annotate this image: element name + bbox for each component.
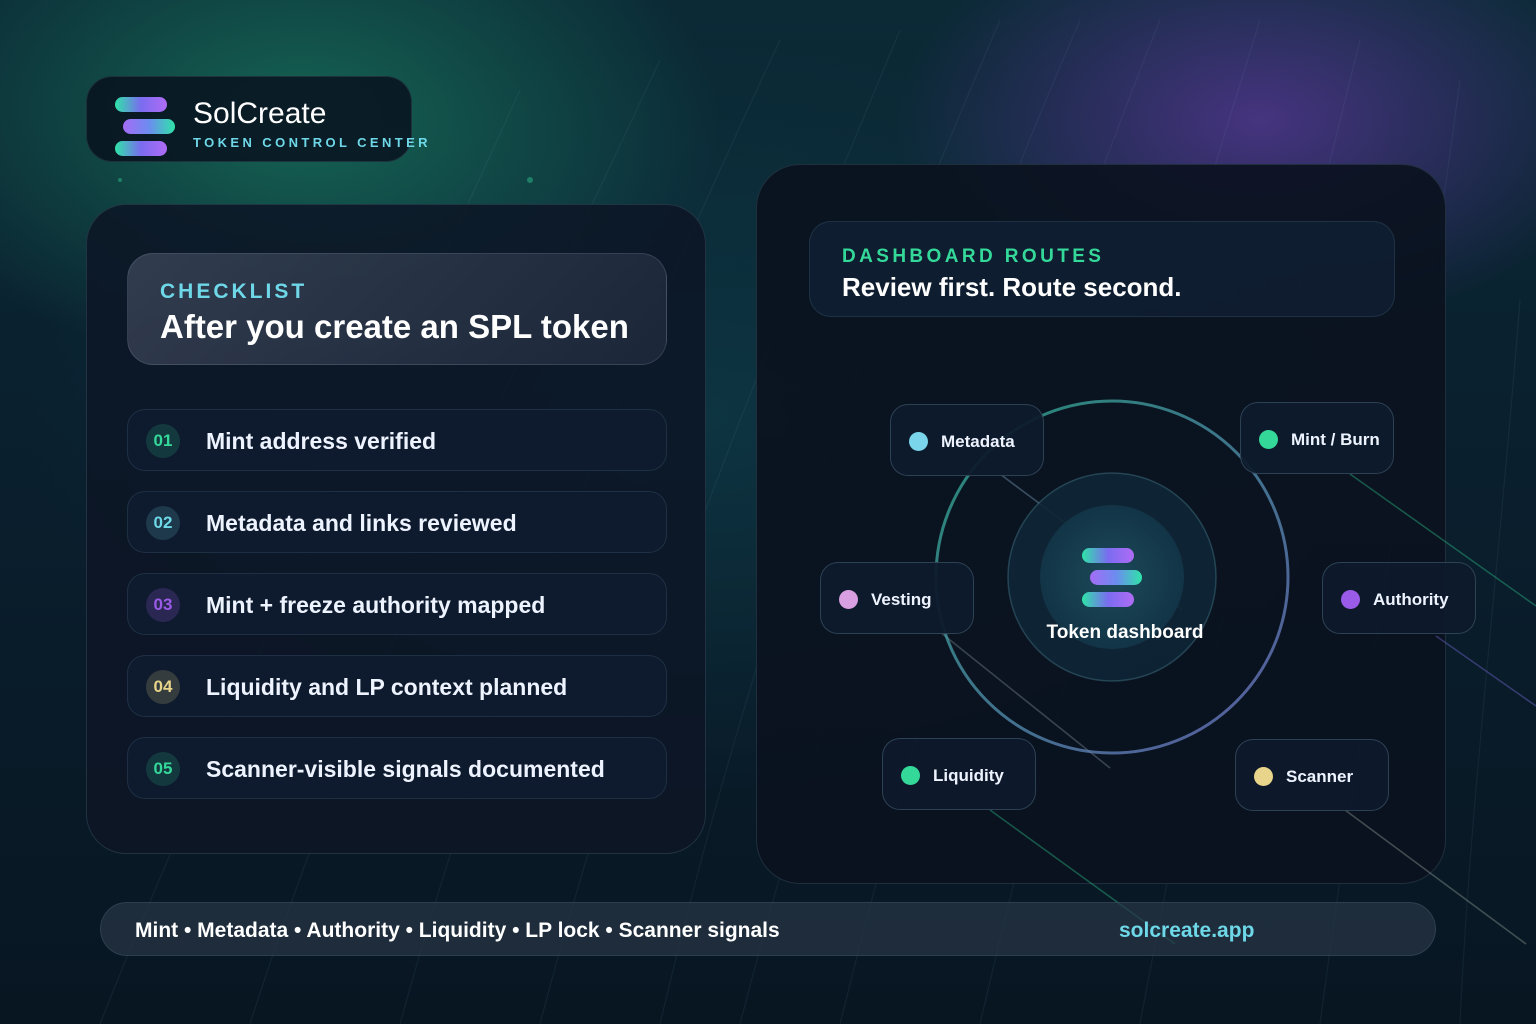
- routes-header: DASHBOARD ROUTES Review first. Route sec…: [809, 221, 1395, 317]
- item-label: Mint + freeze authority mapped: [206, 592, 546, 618]
- checklist-item[interactable]: 04 Liquidity and LP context planned: [127, 655, 667, 717]
- brand-badge: SolCreate TOKEN CONTROL CENTER: [86, 76, 428, 162]
- footer-bar: Mint • Metadata • Authority • Liquidity …: [100, 902, 1436, 956]
- checklist-item[interactable]: 03 Mint + freeze authority mapped: [127, 573, 667, 635]
- route-label: Metadata: [941, 432, 1015, 451]
- brand-subtitle: TOKEN CONTROL CENTER: [193, 135, 431, 150]
- item-label: Metadata and links reviewed: [206, 510, 517, 536]
- item-number: 03: [146, 588, 180, 622]
- dot-icon: [901, 766, 920, 785]
- item-number: 01: [146, 424, 180, 458]
- routes-kicker: DASHBOARD ROUTES: [842, 246, 1105, 267]
- route-scanner[interactable]: Scanner: [1235, 739, 1389, 811]
- item-number: 04: [146, 670, 180, 704]
- stacked-bars-hub-icon: [1082, 548, 1144, 608]
- route-authority[interactable]: Authority: [1322, 562, 1476, 634]
- route-label: Scanner: [1286, 767, 1354, 786]
- footer-tags: Mint • Metadata • Authority • Liquidity …: [135, 919, 780, 942]
- hub-label: Token dashboard: [1046, 622, 1204, 643]
- dot-icon: [839, 590, 858, 609]
- dot-icon: [909, 432, 928, 451]
- footer-url-link[interactable]: solcreate.app: [1119, 919, 1254, 943]
- item-label: Scanner-visible signals documented: [206, 756, 605, 782]
- checklist-header: CHECKLIST After you create an SPL token: [127, 253, 667, 365]
- stacked-bars-logo-icon: [115, 97, 175, 157]
- checklist-title: After you create an SPL token: [160, 308, 629, 345]
- item-number: 02: [146, 506, 180, 540]
- checklist-kicker: CHECKLIST: [160, 280, 308, 303]
- checklist-card: CHECKLIST After you create an SPL token …: [86, 204, 706, 854]
- route-label: Liquidity: [933, 766, 1004, 785]
- route-mint-burn[interactable]: Mint / Burn: [1240, 402, 1394, 474]
- brand-name: SolCreate: [193, 97, 327, 130]
- route-label: Vesting: [871, 590, 932, 609]
- checklist-item[interactable]: 02 Metadata and links reviewed: [127, 491, 667, 553]
- dot-icon: [1254, 767, 1273, 786]
- item-number: 05: [146, 752, 180, 786]
- routes-title: Review first. Route second.: [842, 272, 1182, 302]
- route-liquidity[interactable]: Liquidity: [882, 738, 1036, 810]
- route-vesting[interactable]: Vesting: [820, 562, 974, 634]
- dot-icon: [1341, 590, 1360, 609]
- checklist-item[interactable]: 05 Scanner-visible signals documented: [127, 737, 667, 799]
- item-label: Liquidity and LP context planned: [206, 674, 568, 700]
- checklist-item[interactable]: 01 Mint address verified: [127, 409, 667, 471]
- item-label: Mint address verified: [206, 428, 437, 454]
- dot-icon: [1259, 430, 1278, 449]
- route-label: Mint / Burn: [1291, 430, 1380, 449]
- route-metadata[interactable]: Metadata: [890, 404, 1044, 476]
- route-label: Authority: [1373, 590, 1449, 609]
